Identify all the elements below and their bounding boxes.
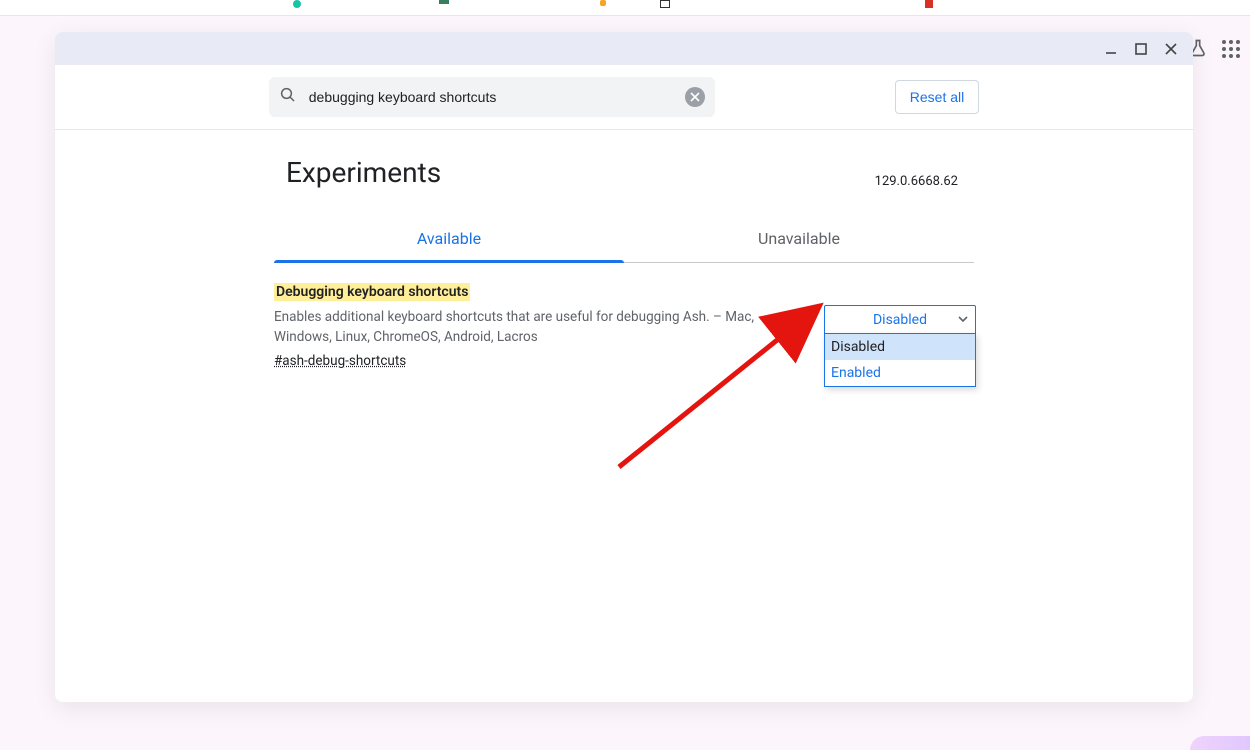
search-icon [279, 86, 297, 108]
flags-window: Reset all Experiments 129.0.6668.62 Avai… [55, 32, 1193, 702]
close-button[interactable] [1161, 39, 1181, 59]
maximize-button[interactable] [1131, 39, 1151, 59]
flag-row: Debugging keyboard shortcuts Enables add… [274, 263, 974, 369]
clear-search-button[interactable] [685, 87, 705, 107]
favicon-dot [925, 0, 933, 8]
reset-all-button[interactable]: Reset all [895, 80, 979, 114]
decorative-blob [1190, 736, 1250, 750]
window-titlebar [55, 32, 1193, 65]
favicon-dot [660, 0, 670, 8]
chevron-down-icon [957, 313, 969, 329]
search-input[interactable] [307, 88, 675, 106]
search-box[interactable] [269, 77, 715, 117]
more-apps-icon[interactable] [1222, 40, 1240, 58]
flag-select-value: Disabled [873, 312, 927, 328]
browser-shelf [0, 0, 1250, 16]
version-label: 129.0.6668.62 [875, 174, 958, 189]
flag-option-enabled[interactable]: Enabled [825, 360, 975, 386]
flag-hash: #ash-debug-shortcuts [274, 353, 800, 369]
tab-available[interactable]: Available [274, 217, 624, 262]
flag-select-box[interactable]: Disabled [824, 305, 976, 335]
flag-description: Enables additional keyboard shortcuts th… [274, 308, 800, 347]
page-title: Experiments [286, 156, 441, 189]
minimize-button[interactable] [1101, 39, 1121, 59]
tab-bar: Available Unavailable [274, 217, 974, 263]
favicon-dot [439, 0, 449, 4]
header: Reset all [55, 65, 1193, 130]
favicon-dot [600, 0, 606, 6]
flag-dropdown[interactable]: Disabled Enabled [824, 333, 976, 387]
tab-unavailable[interactable]: Unavailable [624, 217, 974, 262]
flag-hash-link[interactable]: #ash-debug-shortcuts [274, 353, 406, 369]
flag-option-disabled[interactable]: Disabled [825, 334, 975, 360]
content: Experiments 129.0.6668.62 Available Unav… [274, 130, 974, 369]
flag-title: Debugging keyboard shortcuts [274, 283, 470, 301]
favicon-dot [293, 0, 301, 8]
flag-select[interactable]: Disabled Disabled Enabled [824, 305, 974, 369]
tab-underline [274, 260, 624, 263]
